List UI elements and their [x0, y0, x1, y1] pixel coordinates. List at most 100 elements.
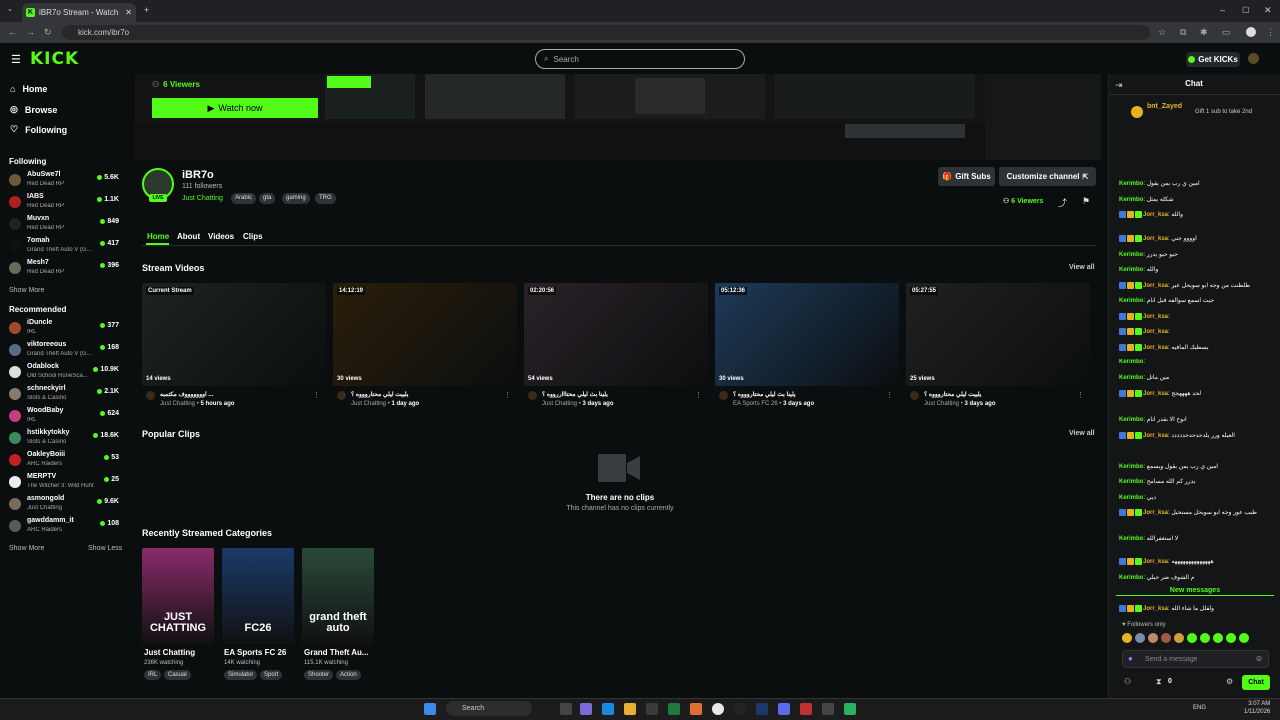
close-window-icon[interactable]: ✕: [1264, 5, 1272, 16]
chat-settings-icon[interactable]: ⚙: [1226, 677, 1233, 686]
app-icon[interactable]: [690, 703, 702, 715]
chat-username[interactable]: Jorr_ksa: [1143, 283, 1168, 289]
app-icon[interactable]: [844, 703, 856, 715]
show-more-recommended-button[interactable]: Show More: [9, 545, 44, 552]
emote-icon[interactable]: [1187, 633, 1197, 643]
chat-message[interactable]: Kerimbo: انوخ الا بقدر انام: [1119, 416, 1277, 423]
chat-message[interactable]: Kerimbo: م الشوف ضر حيلي: [1119, 574, 1277, 581]
chat-message[interactable]: Jorr_ksa: طيب عور وجه ابو سويحل مستحيل: [1119, 509, 1277, 516]
chat-username[interactable]: Kerimbo: [1119, 359, 1143, 365]
chat-username[interactable]: Jorr_ksa: [1143, 606, 1168, 612]
video-card[interactable]: 14:12:19 30 views يلييت ليلي محتاروووه ؟ Ju…: [333, 283, 517, 407]
chat-username[interactable]: Jorr_ksa: [1143, 433, 1168, 439]
app-icon[interactable]: [734, 703, 746, 715]
new-tab-icon[interactable]: +: [144, 5, 149, 15]
video-card[interactable]: Current Stream 14 views اوووووووف مكتمبه .…: [142, 283, 326, 407]
chat-username[interactable]: Kerimbo: [1119, 298, 1143, 304]
kicks-icon[interactable]: ●: [1128, 654, 1133, 663]
chat-message[interactable]: Jorr_ksa: يسطيك المافيه: [1119, 344, 1277, 351]
tag-arabic[interactable]: Arabic: [231, 193, 257, 204]
video-thumbnail[interactable]: 05:12:36 30 views: [715, 283, 899, 386]
category-art[interactable]: JUST CHATTING: [142, 548, 214, 644]
chat-username[interactable]: Jorr_ksa: [1143, 345, 1168, 351]
chat-message[interactable]: Jorr_ksa: ولقلل ما شاء الله: [1119, 605, 1277, 612]
video-thumbnail[interactable]: 14:12:19 30 views: [333, 283, 517, 386]
chat-message[interactable]: Jorr_ksa: ههههههههههههههه: [1119, 558, 1277, 565]
store-icon[interactable]: [646, 703, 658, 715]
tag-trg[interactable]: TRG: [315, 193, 336, 204]
chat-message[interactable]: Jorr_ksa: اوووو جني: [1119, 235, 1277, 242]
show-more-following-button[interactable]: Show More: [9, 287, 44, 294]
sidebar-channel-item[interactable]: AbuSwe7l Red Dead RP 5.6K: [9, 171, 121, 191]
sidebar-channel-item[interactable]: gawddamm_it ARC Raiders 108: [9, 517, 121, 537]
emote-icon[interactable]: [1226, 633, 1236, 643]
minimize-icon[interactable]: –: [1220, 5, 1225, 15]
category-tag[interactable]: Simulator: [224, 670, 258, 680]
video-thumbnail[interactable]: 05:27:55 25 views: [906, 283, 1090, 386]
chat-message[interactable]: Kerimbo: مين ماتل: [1119, 374, 1277, 381]
chat-message[interactable]: Kerimbo: ديي: [1119, 494, 1277, 501]
menu-dots-icon[interactable]: ⋮: [1266, 27, 1275, 38]
tab-about[interactable]: About: [177, 232, 200, 241]
reload-icon[interactable]: ↻: [44, 27, 52, 38]
chat-message[interactable]: Kerimbo: امين ي رب يمن يقول: [1119, 180, 1277, 187]
send-message-input[interactable]: Send a message: [1122, 650, 1269, 668]
chat-username[interactable]: Kerimbo: [1119, 575, 1143, 581]
search-input[interactable]: ⌕ Search: [535, 49, 745, 69]
task-view-icon[interactable]: [560, 703, 572, 715]
chat-username[interactable]: Kerimbo: [1119, 495, 1143, 501]
sidebar-channel-item[interactable]: schneckyirl Slots & Casino 2.1K: [9, 385, 121, 405]
chrome-icon[interactable]: [712, 703, 724, 715]
tab-list-icon[interactable]: ⌄: [7, 5, 13, 13]
sidebar-nav-following[interactable]: ♡ Following: [10, 124, 67, 135]
category-tag[interactable]: IRL: [144, 670, 162, 680]
chat-username[interactable]: Jorr_ksa: [1143, 391, 1168, 397]
chat-username[interactable]: Jorr_ksa: [1143, 314, 1168, 320]
video-options-icon[interactable]: ⋮: [504, 391, 511, 399]
user-avatar[interactable]: [1248, 53, 1259, 64]
emote-icon[interactable]: [1161, 633, 1171, 643]
sidebar-channel-item[interactable]: iDuncle IRL 377: [9, 319, 121, 339]
sidebar-channel-item[interactable]: Muvxn Red Dead RP 849: [9, 215, 121, 235]
bookmark-star-icon[interactable]: ☆: [1158, 27, 1166, 38]
chat-message[interactable]: Kerimbo: جيت اسمع سوالفه قبل انام: [1119, 297, 1277, 304]
sidebar-channel-item[interactable]: asmongold Just Chatting 9.6K: [9, 495, 121, 515]
sidebar-channel-item[interactable]: WoodBaby IRL 624: [9, 407, 121, 427]
chat-username[interactable]: Kerimbo: [1119, 479, 1143, 485]
video-category[interactable]: Just Chatting: [160, 401, 195, 407]
chat-username[interactable]: Kerimbo: [1119, 464, 1143, 470]
chat-username[interactable]: Kerimbo: [1119, 267, 1143, 273]
category-card[interactable]: grand theft auto Grand Theft Au... 115.1K …: [302, 548, 374, 680]
video-category[interactable]: Just Chatting: [924, 401, 959, 407]
chat-message[interactable]: Kerimbo: لا استغفرالله: [1119, 535, 1277, 542]
address-bar[interactable]: kick.com/ibr7o: [62, 25, 1150, 40]
category-art[interactable]: FC26: [222, 548, 294, 644]
emote-icon[interactable]: [1135, 633, 1145, 643]
chat-message[interactable]: Kerimbo: يدرر كم الله مسامح: [1119, 478, 1277, 485]
maximize-icon[interactable]: ▢: [1242, 5, 1250, 14]
video-title[interactable]: يلينا بث ليلي محتاااررووه ؟: [542, 391, 692, 398]
edge-icon[interactable]: [602, 703, 614, 715]
category-name[interactable]: Just Chatting: [144, 648, 195, 657]
sidebar-channel-item[interactable]: Odablock Old School RuneSca... 10.9K: [9, 363, 121, 383]
chat-message[interactable]: Jorr_ksa: طلطنت من وجه ابو سويحل عير: [1119, 282, 1277, 289]
close-tab-icon[interactable]: ✕: [125, 8, 132, 17]
chat-message[interactable]: Jorr_ksa: العيله ورر يلدحدحدحددددد: [1119, 432, 1277, 439]
extensions-icon[interactable]: ✱: [1200, 27, 1208, 38]
chat-message[interactable]: Kerimbo: شكله يمثل: [1119, 196, 1277, 203]
chat-username[interactable]: Jorr_ksa: [1143, 236, 1168, 242]
tab-home[interactable]: Home: [147, 232, 169, 241]
category-card[interactable]: FC26 EA Sports FC 26 14K watching Simulator…: [222, 548, 294, 680]
sidebar-channel-item[interactable]: 7omah Grand Theft Auto V (G... 417: [9, 237, 121, 257]
sidepanel-icon[interactable]: ▭: [1222, 27, 1231, 38]
chat-username[interactable]: Kerimbo: [1119, 417, 1143, 423]
file-explorer-icon[interactable]: [624, 703, 636, 715]
channel-category-link[interactable]: Just Chatting: [182, 195, 223, 202]
forward-icon[interactable]: →: [26, 27, 35, 37]
excel-icon[interactable]: [668, 703, 680, 715]
back-icon[interactable]: ←: [8, 27, 17, 37]
emote-icon[interactable]: [1174, 633, 1184, 643]
app-icon[interactable]: [822, 703, 834, 715]
chat-username[interactable]: Jorr_ksa: [1143, 329, 1168, 335]
video-category[interactable]: EA Sports FC 26: [733, 401, 778, 407]
